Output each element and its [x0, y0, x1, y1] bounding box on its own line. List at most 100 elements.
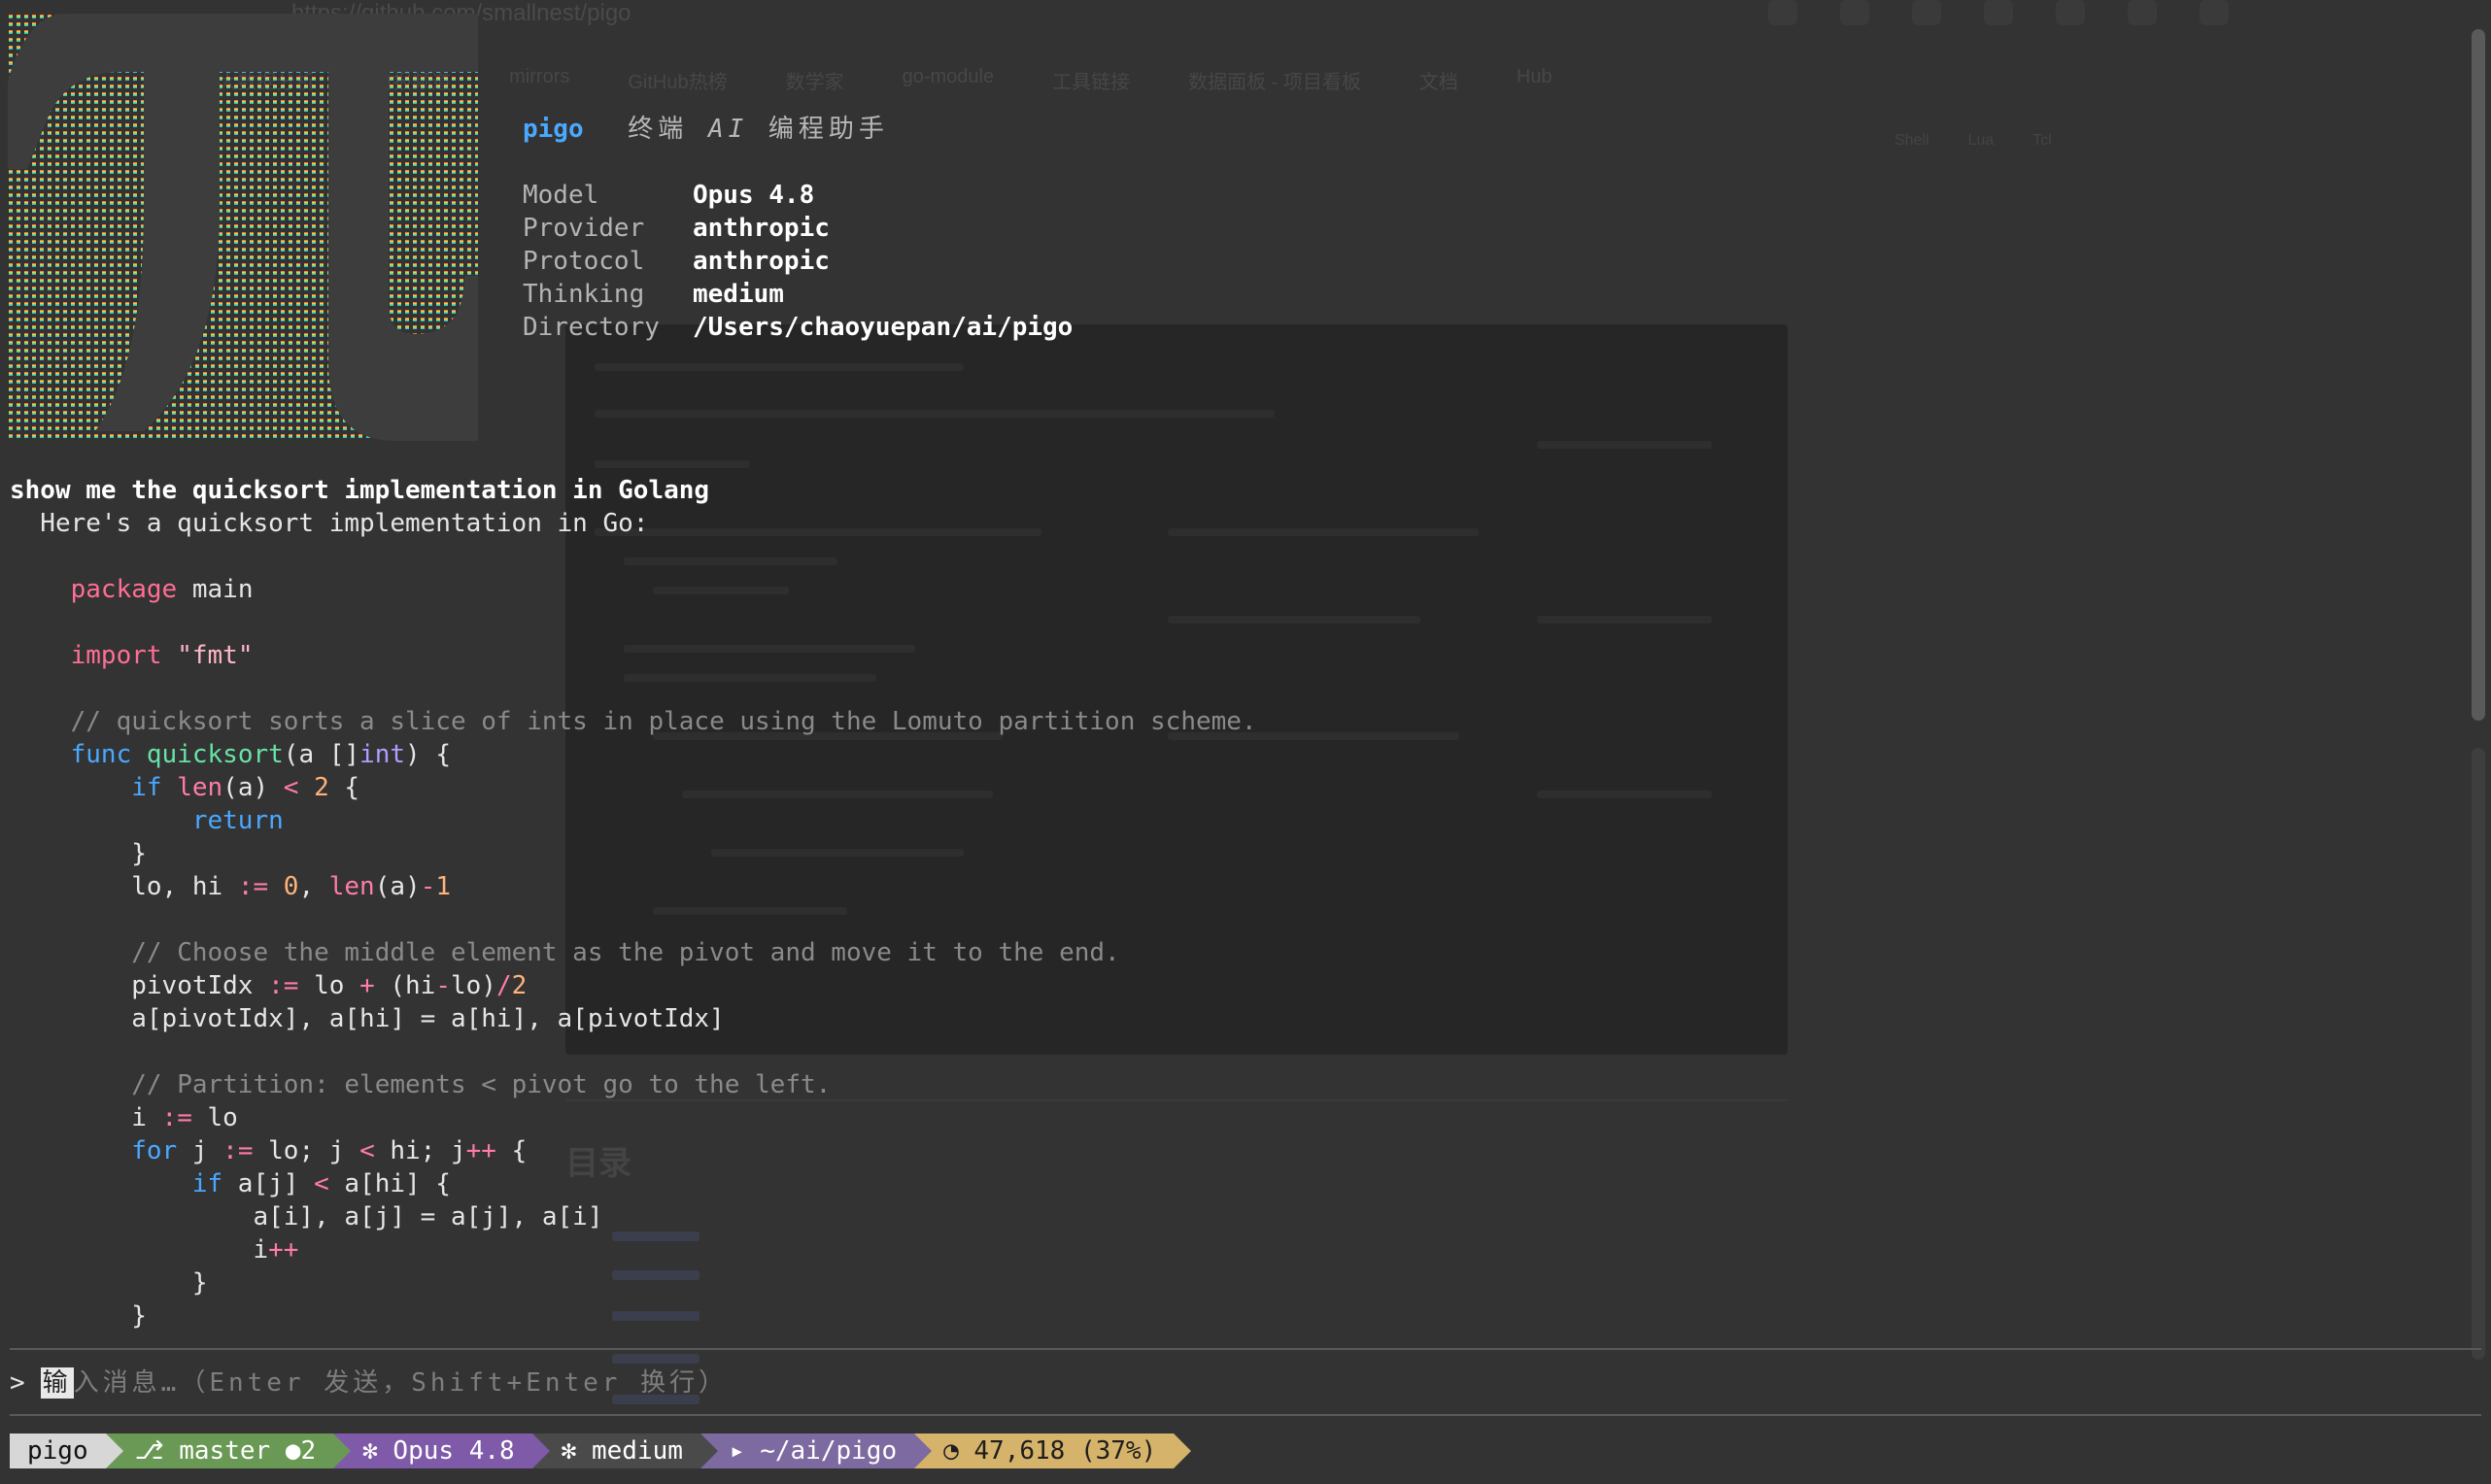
message-input[interactable]: > 输 入消息…（Enter 发送，Shift+Enter 换行） [10, 1366, 728, 1400]
code-line: if len(a) < 2 { [10, 771, 2439, 804]
code-token: len [328, 872, 375, 901]
info-value: Opus 4.8 [693, 181, 815, 210]
info-key: Protocol [523, 247, 645, 276]
info-row-model: Model Opus 4.8 [523, 179, 1073, 212]
code-token: j [177, 1136, 223, 1165]
code-token: := [161, 1103, 192, 1132]
code-token: := [268, 971, 299, 1000]
status-directory: ▸ ~/ai/pigo [700, 1433, 933, 1468]
code-token: < [359, 1136, 375, 1165]
code-line: if a[j] < a[hi] { [10, 1167, 2439, 1200]
code-token: { [328, 773, 360, 802]
info-value: anthropic [693, 214, 830, 243]
code-token: (hi [374, 971, 436, 1000]
scrollbar[interactable] [2472, 29, 2487, 1360]
user-message: show me the quicksort implementation in … [10, 476, 710, 505]
info-value: /Users/chaoyuepan/ai/pigo [693, 313, 1074, 342]
code-token: { [495, 1136, 528, 1165]
background-language: Shell [1894, 132, 1929, 149]
info-row-thinking: Thinking medium [523, 278, 1073, 311]
code-token: // quicksort sorts a slice of ints in pl… [70, 707, 1257, 736]
prompt-char: > [10, 1368, 25, 1398]
code-token: package [70, 575, 178, 604]
info-row-provider: Provider anthropic [523, 212, 1073, 245]
input-separator-bottom [10, 1414, 2481, 1416]
info-key: Thinking [523, 280, 645, 309]
status-app: pigo [10, 1433, 123, 1468]
code-token: len [177, 773, 223, 802]
background-bookmark: Hub [1516, 66, 1553, 87]
background-bookmark: mirrors [509, 66, 570, 87]
code-token: := [237, 872, 269, 901]
background-toolbar-icons [1768, 0, 2229, 25]
info-row-protocol: Protocol anthropic [523, 245, 1073, 278]
info-row-directory: Directory/Users/chaoyuepan/ai/pigo [523, 311, 1073, 344]
code-line: lo, hi := 0, len(a)-1 [10, 870, 2439, 903]
code-line: // quicksort sorts a slice of ints in pl… [10, 705, 2439, 738]
app-name: pigo [523, 115, 584, 144]
code-line: func quicksort(a []int) { [10, 738, 2439, 771]
code-line: pivotIdx := lo + (hi-lo)/2 [10, 969, 2439, 1002]
code-token: < [314, 1169, 329, 1198]
code-token: ++ [268, 1235, 299, 1265]
code-token: i [253, 1235, 269, 1265]
background-bookmark: GitHub热榜 [628, 72, 728, 93]
conversation: show me the quicksort implementation in … [10, 474, 2439, 1332]
code-token: a[hi] { [328, 1169, 451, 1198]
code-token: + [359, 971, 375, 1000]
code-token: lo; j [253, 1136, 360, 1165]
input-placeholder: 入消息…（Enter 发送，Shift+Enter 换行） [73, 1368, 729, 1398]
code-line: // Partition: elements < pivot go to the… [10, 1068, 2439, 1101]
background-icon [2128, 0, 2157, 25]
code-token: lo, hi [131, 872, 238, 901]
info-key: Directory [523, 313, 660, 342]
code-token: 1 [435, 872, 451, 901]
status-git-branch: ⎇ master ●2 [105, 1433, 351, 1468]
code-token: hi; j [374, 1136, 466, 1165]
background-language: Tcl [2032, 132, 2052, 149]
code-token: (a [] [283, 740, 360, 769]
info-key: Model [523, 181, 599, 210]
background-bookmark: 数据面板 - 项目看板 [1188, 72, 1361, 93]
code-token: } [131, 1301, 147, 1331]
scrollbar-thumb[interactable] [2472, 29, 2485, 721]
status-bar: pigo ⎇ master ●2 ✻ Opus 4.8 ✻ medium ▸ ~… [10, 1433, 1192, 1468]
code-token: pivotIdx [131, 971, 269, 1000]
code-token: } [191, 1268, 208, 1298]
background-bookmark: 数学家 [785, 72, 844, 93]
code-token: 0 [283, 872, 299, 901]
background-icon [1912, 0, 1941, 25]
code-line: } [10, 837, 2439, 870]
code-token: quicksort [146, 740, 284, 769]
terminal-window: https://github.com/smallnest/pigo Panda … [0, 0, 2491, 1484]
code-line: for j := lo; j < hi; j++ { [10, 1134, 2439, 1167]
text-cursor: 输 [40, 1367, 74, 1399]
code-line: i := lo [10, 1101, 2439, 1134]
code-line: package main [10, 573, 2439, 606]
session-header: pigo 终端 AI 编程助手 Model Opus 4.8 Provider ant… [523, 113, 1073, 344]
code-line: } [10, 1266, 2439, 1299]
background-bookmark: 工具链接 [1052, 72, 1131, 93]
info-key: Provider [523, 214, 645, 243]
code-token: < [283, 773, 299, 802]
